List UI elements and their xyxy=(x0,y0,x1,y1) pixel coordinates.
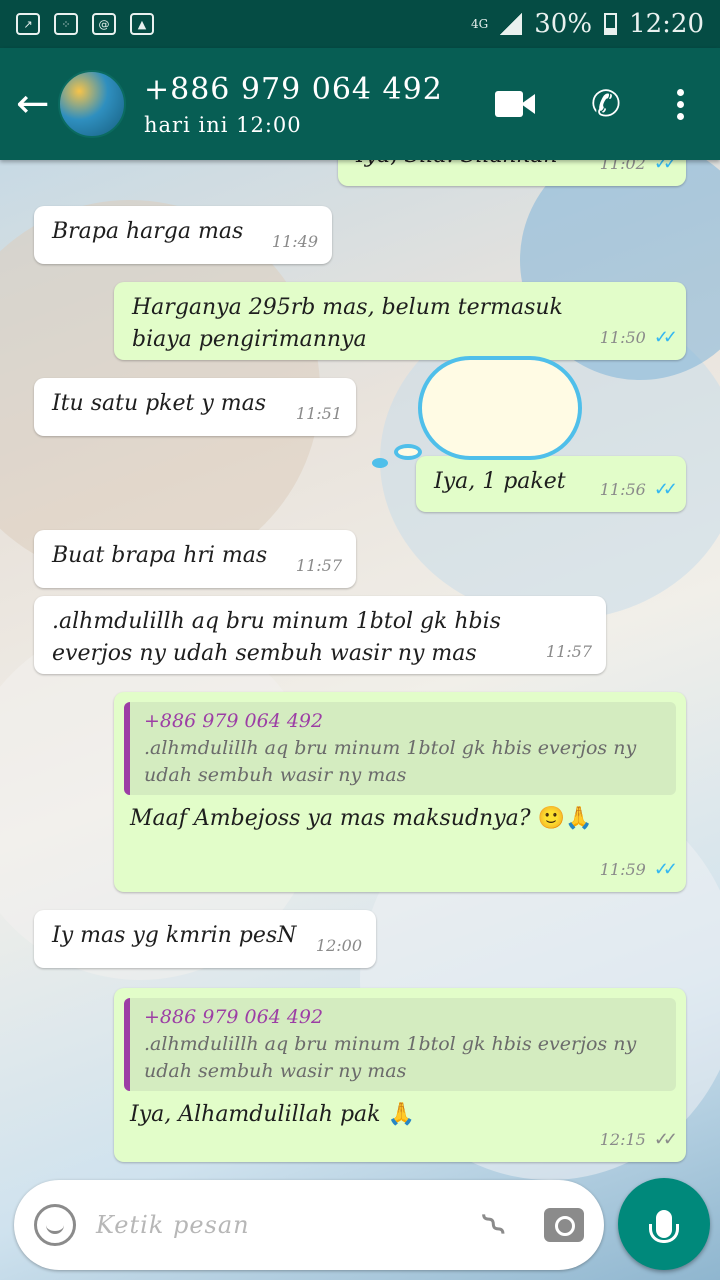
double-check-icon: ✓✓ xyxy=(653,479,678,500)
mic-button[interactable] xyxy=(618,1178,710,1270)
message-time: 11:57 xyxy=(295,556,342,575)
message-incoming[interactable]: Iy mas yg kmrin pesN 12:00 xyxy=(34,910,376,968)
message-text: .alhmdulillh aq bru minum 1btol gk hbis … xyxy=(52,609,501,666)
quoted-sender: +886 979 064 492 xyxy=(144,1006,324,1028)
contact-name: +886 979 064 492 xyxy=(144,71,443,107)
thought-cloud-dot xyxy=(372,458,388,468)
last-seen: hari ini 12:00 xyxy=(144,112,302,137)
quoted-text: .alhmdulillh aq bru minum 1btol gk hbis … xyxy=(144,737,637,786)
contact-info[interactable]: +886 979 064 492 hari ini 12:00 xyxy=(144,72,443,137)
message-incoming[interactable]: .alhmdulillh aq bru minum 1btol gk hbis … xyxy=(34,596,606,674)
message-incoming[interactable]: Buat brapa hri mas 11:57 xyxy=(34,530,356,588)
message-time: 11:49 xyxy=(271,232,318,251)
arrow-left-icon[interactable]: ← xyxy=(16,81,52,127)
message-text: Buat brapa hri mas xyxy=(52,543,268,568)
quoted-sender: +886 979 064 492 xyxy=(144,710,324,732)
message-text: Maaf Ambejoss ya mas maksudnya? xyxy=(130,806,531,831)
smiley-icon[interactable] xyxy=(34,1204,76,1246)
message-list: Iya, Sila. Silahkan 11:02✓✓ Brapa harga … xyxy=(0,0,720,1280)
message-outgoing[interactable]: Harganya 295rb mas, belum termasuk biaya… xyxy=(114,282,686,360)
message-text: Itu satu pket y mas xyxy=(52,391,267,416)
quoted-text: .alhmdulillh aq bru minum 1btol gk hbis … xyxy=(144,1033,637,1082)
message-time: 11:59 xyxy=(599,860,646,879)
phone-icon[interactable]: ✆ xyxy=(591,84,621,125)
message-text: Iya, 1 paket xyxy=(434,469,566,494)
contact-avatar[interactable] xyxy=(58,70,126,138)
message-time: 12:15 xyxy=(599,1130,646,1149)
thought-cloud-sticker xyxy=(418,356,582,460)
message-time: 12:00 xyxy=(315,936,362,955)
emoji-smile-pray: 🙂🙏 xyxy=(537,806,593,831)
paperclip-icon[interactable]: ⌇ xyxy=(475,1204,516,1245)
message-outgoing-reply[interactable]: +886 979 064 492 .alhmdulillh aq bru min… xyxy=(114,988,686,1162)
message-outgoing[interactable]: Iya, 1 paket 11:56 ✓✓ xyxy=(416,456,686,512)
message-input[interactable]: Ketik pesan xyxy=(96,1211,250,1239)
double-check-icon: ✓✓ xyxy=(653,859,678,880)
double-check-icon: ✓✓ xyxy=(653,327,678,348)
video-call-icon[interactable] xyxy=(494,91,535,117)
message-time: 11:56 xyxy=(599,480,646,499)
message-composer: Ketik pesan ⌇ xyxy=(14,1180,604,1270)
message-text: Iya, Alhamdulillah pak xyxy=(130,1102,381,1127)
message-outgoing-reply[interactable]: +886 979 064 492 .alhmdulillh aq bru min… xyxy=(114,692,686,892)
message-time: 11:51 xyxy=(295,404,342,423)
message-text: Iy mas yg kmrin pesN xyxy=(52,923,297,948)
message-text: Brapa harga mas xyxy=(52,219,244,244)
camera-icon[interactable] xyxy=(544,1208,584,1242)
more-vert-icon[interactable] xyxy=(677,88,684,120)
quoted-message[interactable]: +886 979 064 492 .alhmdulillh aq bru min… xyxy=(124,998,676,1091)
chat-header: ← +886 979 064 492 hari ini 12:00 ✆ xyxy=(0,48,720,160)
double-check-icon: ✓✓ xyxy=(653,1129,678,1150)
quoted-message[interactable]: +886 979 064 492 .alhmdulillh aq bru min… xyxy=(124,702,676,795)
microphone-icon xyxy=(649,1210,679,1243)
emoji-pray: 🙏 xyxy=(387,1102,415,1127)
message-incoming[interactable]: Itu satu pket y mas 11:51 xyxy=(34,378,356,436)
message-incoming[interactable]: Brapa harga mas 11:49 xyxy=(34,206,332,264)
message-time: 11:50 xyxy=(599,328,646,347)
thought-cloud-dot xyxy=(394,444,422,460)
message-time: 11:57 xyxy=(545,642,592,661)
message-text: Harganya 295rb mas, belum termasuk biaya… xyxy=(132,295,563,352)
